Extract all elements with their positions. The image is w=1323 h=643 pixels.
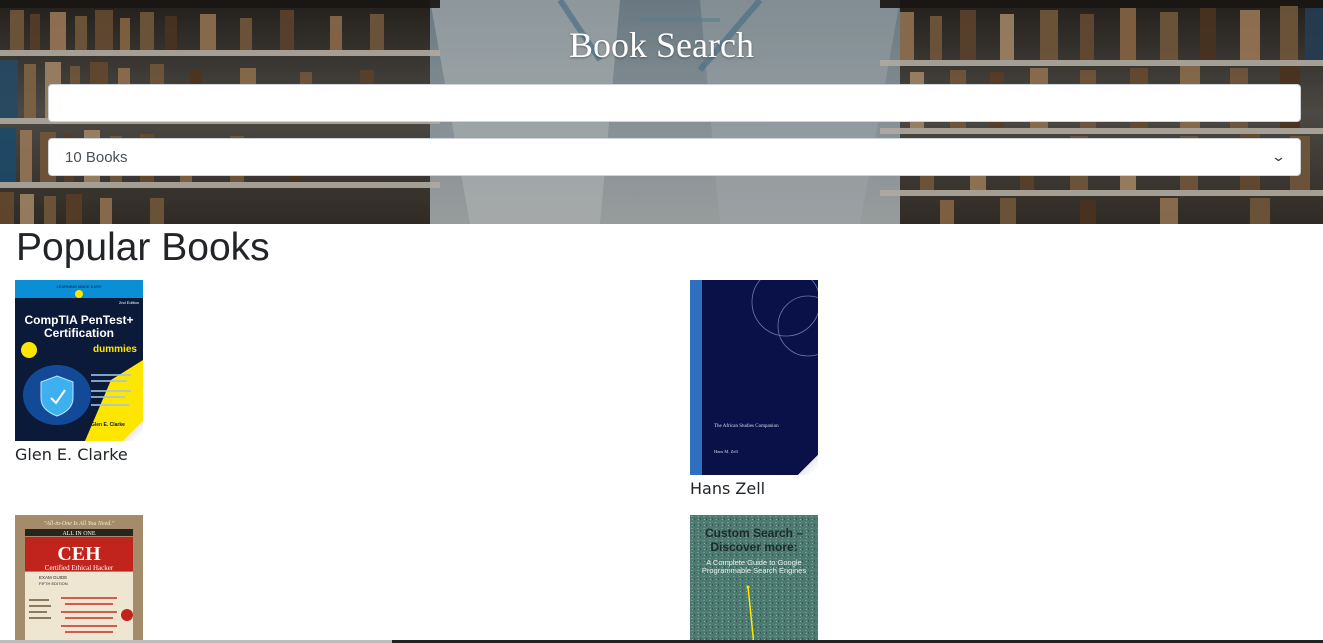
result-count-selected-value: 10 Books (65, 148, 128, 166)
page-curl-icon (798, 455, 818, 475)
cover-subtitle: Certified Ethical Hacker (45, 564, 114, 572)
book-cover[interactable]: "All-in-One Is All You Need." ALL IN ONE… (15, 515, 143, 643)
cover-author: Hans M. Zell (714, 449, 739, 454)
book-author: Hans Zell (690, 479, 766, 498)
book-cover-image: Custom Search – Discover more: A Complet… (690, 515, 818, 641)
cover-guide: EXAM GUIDE (39, 575, 67, 580)
chevron-down-icon: ⌄ (1270, 149, 1287, 164)
cover-author: Glen E. Clarke (91, 422, 125, 428)
cover-title: CEH (57, 543, 101, 565)
book-card: LEARNING MADE EASY 2nd Edition CompTIA P… (15, 280, 615, 464)
cover-title-line2: Discover more: (710, 540, 797, 554)
book-cover-image: LEARNING MADE EASY 2nd Edition CompTIA P… (15, 280, 143, 441)
cover-title-line1: Custom Search – (705, 526, 803, 540)
cover-series: dummies (93, 344, 137, 355)
book-card: Custom Search – Discover more: A Complet… (690, 515, 1290, 641)
search-input[interactable] (48, 84, 1301, 122)
book-author: Glen E. Clarke (15, 445, 128, 464)
cover-edition: 2nd Edition (119, 300, 139, 305)
cover-tagline: "All-in-One Is All You Need." (44, 521, 115, 527)
section-title-popular-books: Popular Books (16, 226, 270, 269)
cover-series: ALL IN ONE (62, 531, 95, 537)
book-cover[interactable]: Custom Search – Discover more: A Complet… (690, 515, 818, 641)
book-card: The African Studies Companion Hans M. Ze… (690, 280, 1290, 498)
cover-brand: LEARNING MADE EASY (57, 284, 102, 289)
book-cover[interactable]: LEARNING MADE EASY 2nd Edition CompTIA P… (15, 280, 143, 441)
book-cover-image: The African Studies Companion Hans M. Ze… (690, 280, 818, 475)
page-curl-icon (123, 421, 143, 441)
cover-title-line2: Certification (44, 326, 114, 340)
cover-edition: FIFTH EDITION (39, 581, 68, 586)
result-count-select[interactable]: 10 Books ⌄ (48, 138, 1301, 176)
cover-subtitle-line2: Programmable Search Engines (702, 566, 806, 575)
hero-banner: Book Search 10 Books ⌄ (0, 0, 1323, 224)
page-title: Book Search (569, 25, 754, 65)
book-cover-image: "All-in-One Is All You Need." ALL IN ONE… (15, 515, 143, 643)
book-card: "All-in-One Is All You Need." ALL IN ONE… (15, 515, 615, 643)
cover-title-line1: CompTIA PenTest+ (24, 313, 133, 327)
book-cover[interactable]: The African Studies Companion Hans M. Ze… (690, 280, 818, 475)
cover-title: The African Studies Companion (714, 424, 779, 429)
